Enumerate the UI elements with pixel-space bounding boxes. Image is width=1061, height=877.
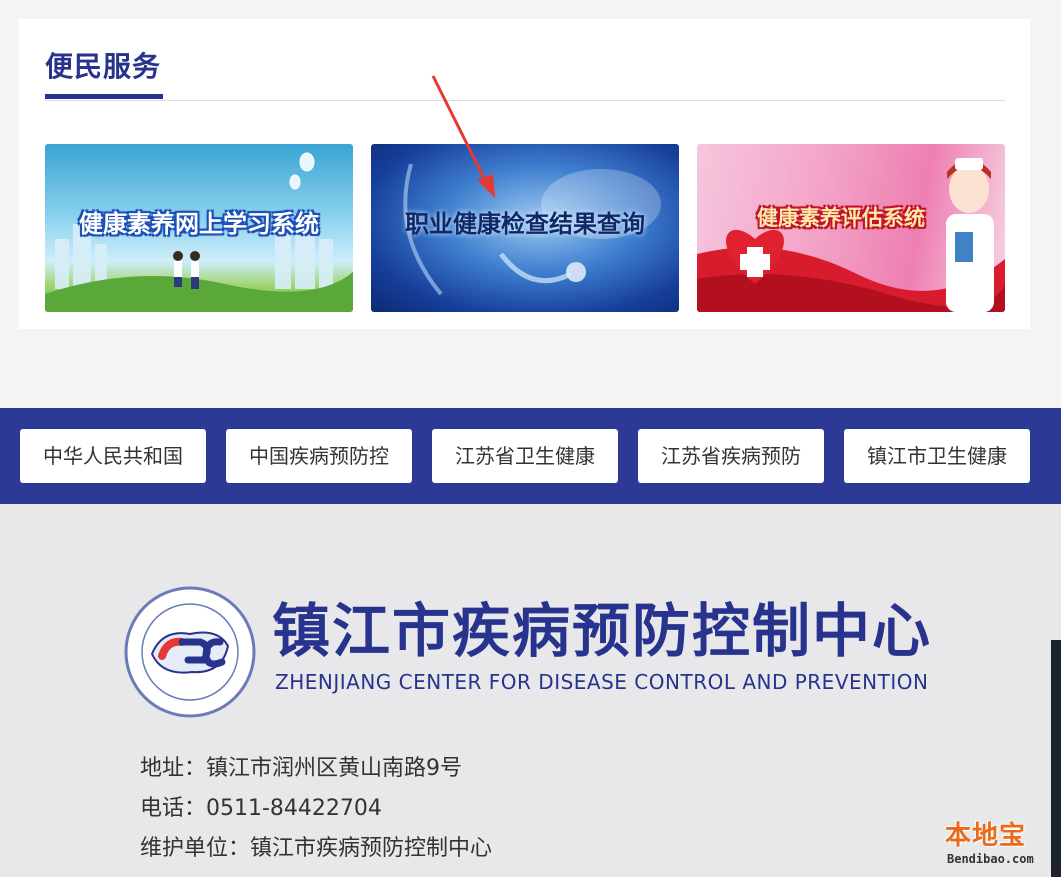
link-jiangsu-health[interactable]: 江苏省卫生健康 <box>432 429 618 483</box>
link-prc[interactable]: 中华人民共和国 <box>20 429 206 483</box>
watermark-logo: 本地宝 <box>945 821 1027 851</box>
footer-address: 地址：镇江市润州区黄山南路9号 <box>140 756 462 781</box>
banner-label: 健康素养评估系统 <box>757 205 925 230</box>
section-title: 便民服务 <box>45 49 164 99</box>
annotation-arrow-icon <box>431 75 495 198</box>
cdc-emblem-icon <box>124 586 256 718</box>
link-china-cdc[interactable]: 中国疾病预防控 <box>226 429 412 483</box>
nurse-icon <box>946 158 994 312</box>
service-panel: 便民服务 健康素养网上学习系统 职业健康检查结果查询 健康素养评估系统 <box>19 19 1030 329</box>
page: 便民服务 健康素养网上学习系统 职业健康检查结果查询 健康素养评估系统 中华人民… <box>0 0 1061 877</box>
footer: 镇江市疾病预防控制中心 ZHENJIANG CENTER FOR DISEASE… <box>0 504 1061 877</box>
banner-health-literacy-learning[interactable]: 健康素养网上学习系统 <box>45 144 353 312</box>
org-name-chinese: 镇江市疾病预防控制中心 <box>272 597 933 665</box>
footer-phone: 电话：0511-84422704 <box>140 796 382 821</box>
footer-maintainer: 维护单位：镇江市疾病预防控制中心 <box>140 836 493 861</box>
banner-label: 职业健康检查结果查询 <box>405 209 645 238</box>
org-name-english: ZHENJIANG CENTER FOR DISEASE CONTROL AND… <box>275 670 929 694</box>
link-jiangsu-cdc[interactable]: 江苏省疾病预防 <box>638 429 824 483</box>
friendly-links-bar: 中华人民共和国 中国疾病预防控 江苏省卫生健康 江苏省疾病预防 镇江市卫生健康 <box>0 408 1061 504</box>
banner-health-literacy-assessment[interactable]: 健康素养评估系统 <box>697 144 1005 312</box>
watermark: 本地宝 Bendibao.com <box>933 815 1053 875</box>
service-header: 便民服务 <box>45 49 1005 101</box>
banner-occupational-health-results[interactable]: 职业健康检查结果查询 <box>371 144 679 312</box>
link-zhenjiang-health[interactable]: 镇江市卫生健康 <box>844 429 1030 483</box>
banner-label: 健康素养网上学习系统 <box>79 209 319 238</box>
watermark-url: Bendibao.com <box>947 852 1034 866</box>
